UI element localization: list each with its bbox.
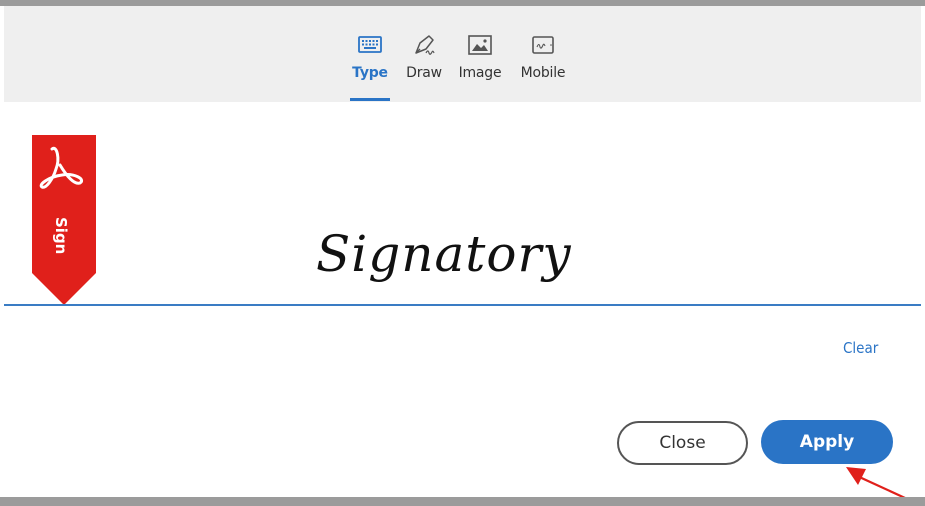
image-icon bbox=[468, 35, 492, 55]
tab-type-label: Type bbox=[352, 65, 388, 81]
acrobat-sign-ribbon: Sign bbox=[32, 135, 96, 305]
clear-link[interactable]: Clear bbox=[843, 339, 878, 357]
bottom-border bbox=[0, 497, 925, 506]
tab-image[interactable]: Image bbox=[458, 6, 502, 102]
tab-draw-label: Draw bbox=[406, 65, 442, 81]
tab-mobile-label: Mobile bbox=[520, 65, 566, 81]
active-tab-indicator bbox=[350, 98, 390, 101]
sign-ribbon-label: Sign bbox=[52, 217, 70, 254]
mobile-icon bbox=[532, 36, 554, 54]
tab-image-label: Image bbox=[458, 65, 502, 81]
keyboard-icon bbox=[358, 36, 382, 53]
tab-mobile[interactable]: Mobile bbox=[518, 6, 568, 102]
pen-icon bbox=[415, 35, 435, 55]
close-button[interactable]: Close bbox=[617, 421, 748, 465]
tab-draw[interactable]: Draw bbox=[404, 6, 444, 102]
signature-baseline bbox=[4, 304, 921, 306]
signature-mode-tabs: Type Draw Image Mobile bbox=[4, 6, 921, 102]
signature-text[interactable]: Signatory bbox=[316, 225, 572, 283]
tab-type[interactable]: Type bbox=[350, 6, 390, 102]
